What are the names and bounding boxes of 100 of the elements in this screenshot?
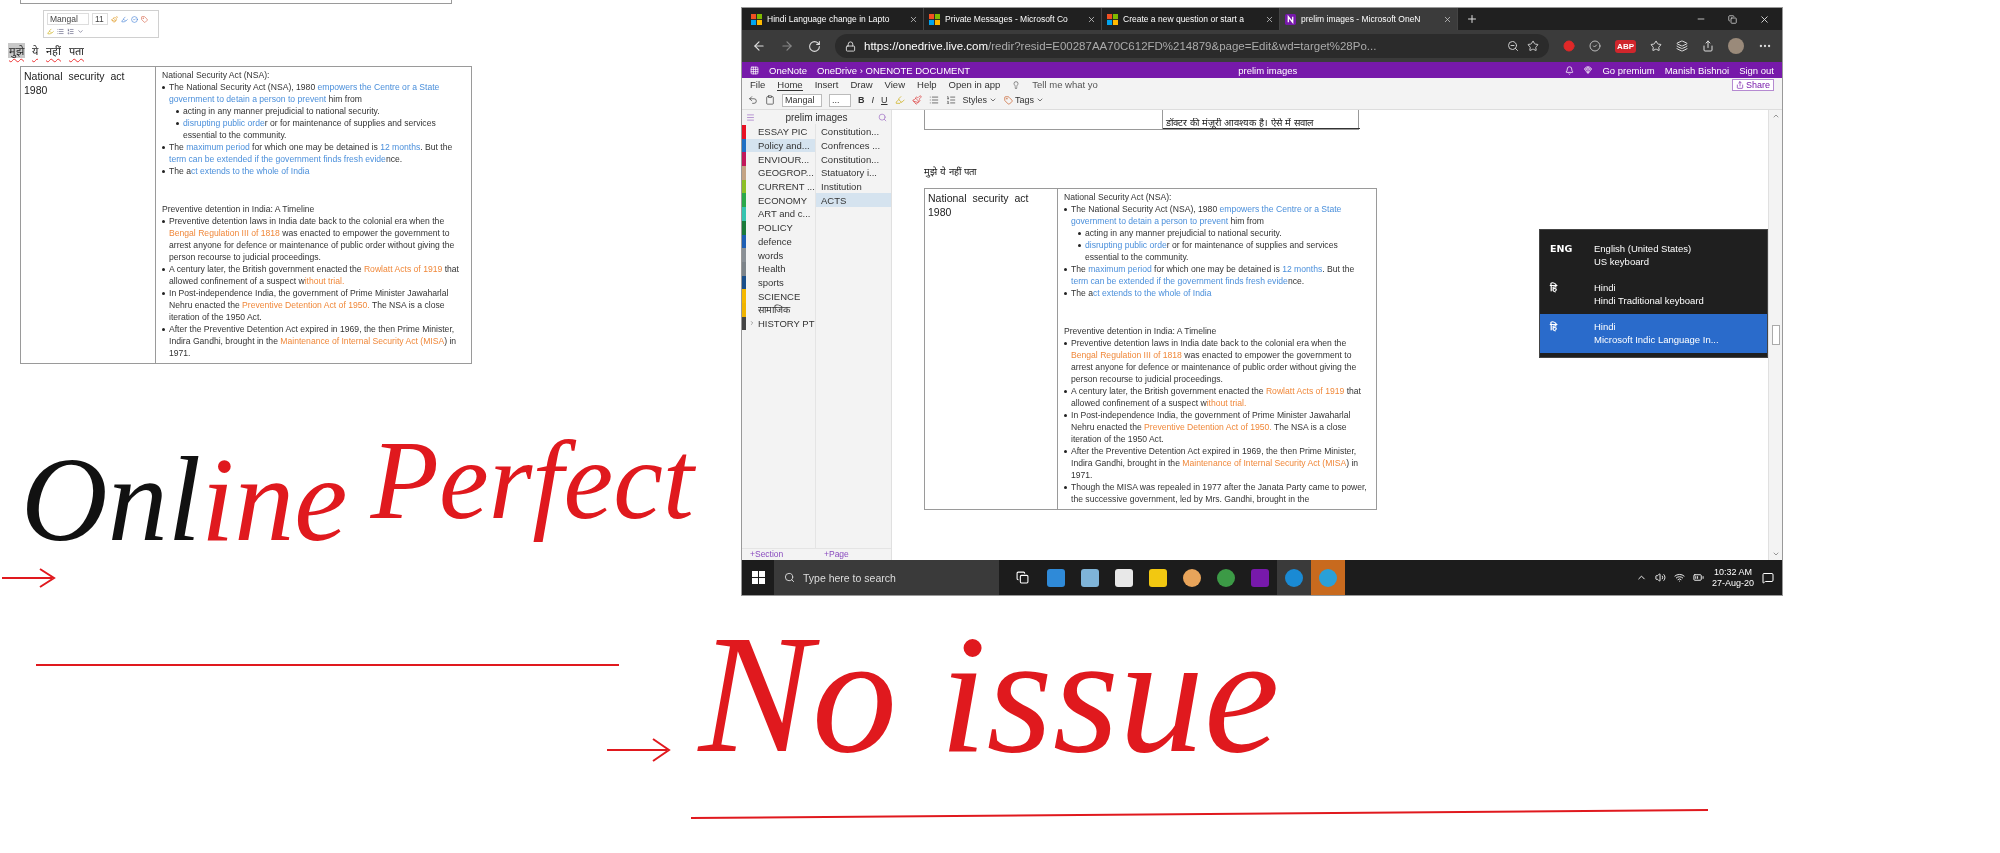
app-tile-icon[interactable] — [1115, 568, 1133, 587]
clipboard-icon[interactable] — [765, 95, 775, 105]
taskbar-search-field[interactable]: Type here to search — [774, 560, 999, 595]
close-icon[interactable] — [1265, 14, 1274, 24]
section-item[interactable]: words — [742, 248, 815, 262]
close-icon[interactable] — [1087, 14, 1096, 24]
hindi-word: मुझे — [8, 43, 25, 58]
close-icon[interactable] — [909, 14, 918, 24]
section-item[interactable]: GEOGROP... — [742, 166, 815, 180]
bullet-list-icon[interactable] — [57, 28, 64, 35]
page-item[interactable]: Constitution... — [816, 152, 891, 167]
app-tile-icon[interactable] — [1081, 568, 1099, 587]
volume-icon[interactable] — [1654, 572, 1666, 583]
section-item[interactable]: ECONOMY — [742, 193, 815, 208]
app-tile-icon[interactable] — [1183, 568, 1201, 587]
underline-button[interactable]: U — [881, 95, 888, 105]
page-item[interactable]: ACTS — [816, 193, 891, 208]
section-item[interactable]: ESSAY PIC — [742, 125, 815, 139]
scroll-up-icon[interactable] — [1771, 112, 1780, 120]
section-item[interactable]: defence — [742, 234, 815, 249]
app-tile-icon[interactable] — [1319, 568, 1337, 587]
app-tile-icon[interactable] — [1149, 568, 1167, 587]
share-icon[interactable] — [1702, 40, 1714, 52]
favorites-icon[interactable] — [1650, 40, 1662, 52]
section-item[interactable]: ENVIOUR... — [742, 152, 815, 167]
clock[interactable]: 10:32 AM 27-Aug-20 — [1711, 566, 1754, 589]
font-size-field[interactable]: 11 — [92, 13, 108, 25]
note-heading: Preventive detention in India: A Timeline — [1064, 325, 1218, 337]
ribbon-tab[interactable]: Help — [917, 79, 937, 90]
refresh-icon[interactable] — [808, 39, 821, 53]
scroll-thumb[interactable] — [1771, 325, 1780, 345]
new-tab-icon[interactable] — [1466, 13, 1478, 25]
app-launcher-icon[interactable] — [750, 65, 759, 75]
font-name-field[interactable]: Mangal — [782, 93, 822, 107]
section-item[interactable]: HISTORY PT — [742, 316, 815, 331]
zoom-out-icon[interactable] — [1507, 40, 1520, 52]
page-item[interactable]: Statuatory i... — [816, 166, 891, 180]
font-name-field[interactable]: Mangal — [47, 13, 89, 25]
section-item[interactable]: Health — [742, 261, 815, 276]
add-page-link[interactable]: +Page — [816, 549, 890, 560]
italic-button[interactable]: I — [871, 95, 874, 105]
font-size-field[interactable]: ... — [829, 93, 851, 107]
circle-icon[interactable] — [1563, 40, 1576, 52]
browser-tab[interactable]: prelim images - Microsoft OneN — [1280, 8, 1458, 30]
section-item[interactable]: सामाजिक — [742, 302, 815, 317]
language-option[interactable]: ENG English (United States) US keyboard — [1540, 236, 1767, 275]
page-item[interactable]: Constitution... — [816, 125, 891, 139]
page-item[interactable]: Confrences ... — [816, 138, 891, 153]
app-tile-icon[interactable] — [1285, 568, 1303, 587]
app-tile-icon[interactable] — [1217, 568, 1235, 587]
app-name[interactable]: OneNote — [769, 64, 808, 76]
ribbon-tab[interactable]: File — [750, 79, 766, 90]
forward-icon[interactable] — [780, 39, 794, 53]
section-item[interactable]: SCIENCE — [742, 289, 815, 303]
app-tile-icon[interactable] — [1047, 568, 1065, 587]
checkbox-icon[interactable] — [131, 15, 138, 23]
adblock-icon[interactable]: ABP — [1615, 39, 1636, 53]
language-option[interactable]: हि Hindi Hindi Traditional keyboard — [1540, 275, 1767, 314]
section-item[interactable]: sports — [742, 275, 815, 290]
go-premium-link[interactable]: Go premium — [1602, 64, 1655, 76]
undo-icon[interactable] — [748, 95, 758, 105]
tell-me-field[interactable]: Tell me what yo — [1032, 79, 1098, 90]
section-item[interactable]: POLICY — [742, 220, 815, 235]
section-item[interactable]: Policy and... — [742, 138, 815, 153]
battery-icon[interactable] — [1692, 572, 1704, 583]
wifi-icon[interactable] — [1673, 572, 1685, 583]
styles-dropdown[interactable]: Styles — [962, 95, 998, 105]
check-circle-icon[interactable] — [1589, 40, 1602, 52]
ribbon-tab[interactable]: Insert — [814, 79, 839, 90]
restore-icon[interactable] — [1728, 14, 1737, 24]
ribbon-tab[interactable]: Home — [777, 78, 803, 91]
brush-icon[interactable] — [911, 95, 922, 105]
section-item[interactable]: CURRENT ... — [742, 179, 815, 194]
section-item[interactable]: ART and c... — [742, 207, 815, 221]
address-field[interactable]: https://onedrive.live.com/redir?resid=E00287AA70C612FD%214879&page=Edit&wd=target%28Po... — [835, 34, 1550, 58]
numbered-list-icon[interactable] — [67, 28, 74, 35]
bullet-icon — [162, 268, 165, 271]
close-icon[interactable] — [1443, 14, 1452, 24]
scroll-down-icon[interactable] — [1771, 550, 1780, 558]
back-icon[interactable] — [752, 39, 766, 53]
numbered-list-icon[interactable] — [945, 95, 956, 105]
open-in-app-link[interactable]: Open in app — [948, 79, 1001, 90]
language-option[interactable]: हि Hindi Microsoft Indic Language In... — [1540, 314, 1767, 353]
share-button[interactable]: Share — [1731, 78, 1774, 91]
notification-bell-icon[interactable] — [1565, 65, 1575, 75]
bold-button[interactable]: B — [858, 95, 865, 105]
page-item[interactable]: Institution — [816, 179, 891, 194]
breadcrumb[interactable]: OneDrive › ONENOTE DOCUMENT — [817, 64, 971, 76]
add-section-link[interactable]: +Section — [742, 549, 816, 560]
tags-dropdown[interactable]: Tags — [1004, 95, 1045, 105]
ribbon-tab[interactable]: View — [884, 79, 905, 90]
sign-out-link[interactable]: Sign out — [1739, 64, 1774, 76]
app-tile-icon[interactable] — [1251, 568, 1269, 587]
collections-icon[interactable] — [1676, 40, 1688, 52]
favorite-star-icon[interactable] — [1527, 40, 1540, 52]
ribbon-tab[interactable]: Draw — [850, 79, 873, 90]
avatar[interactable] — [1728, 38, 1744, 54]
user-name[interactable]: Manish Bishnoi — [1664, 64, 1730, 76]
notification-icon[interactable] — [1762, 571, 1774, 584]
close-icon[interactable] — [1759, 13, 1770, 25]
